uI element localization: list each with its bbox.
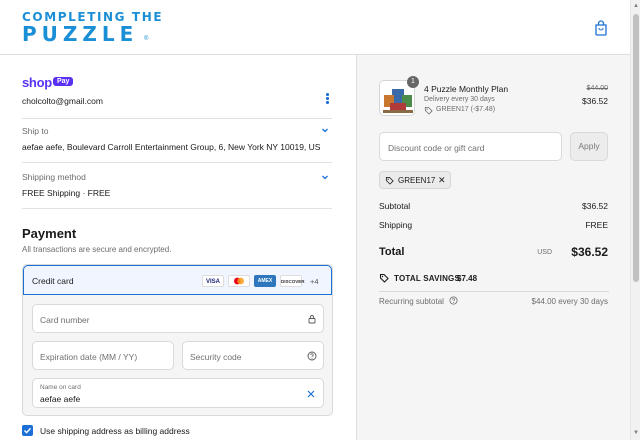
billing-same-label[interactable]: Use shipping address as billing address: [40, 426, 190, 436]
card-number-placeholder: Card number: [40, 315, 90, 325]
shipping-label: Shipping: [379, 220, 413, 230]
shop-pay-logo: shop: [22, 75, 52, 90]
tag-icon: [379, 273, 389, 283]
name-on-card-label: Name on card: [40, 384, 81, 391]
total-currency: USD: [537, 249, 552, 256]
clear-icon[interactable]: [306, 389, 316, 399]
visa-logo: VISA: [202, 275, 224, 287]
apply-button[interactable]: Apply: [570, 132, 608, 161]
shipping-value: FREE: [585, 220, 608, 230]
remove-discount-icon[interactable]: ✕: [438, 175, 446, 186]
recurring-subtotal-label: Recurring subtotal: [379, 297, 444, 306]
expiration-date-input[interactable]: Expiration date (MM / YY): [32, 341, 174, 370]
page-scrollbar[interactable]: ▲ ▼: [630, 0, 640, 440]
discount-code-input[interactable]: Discount code or gift card: [379, 132, 562, 161]
help-circle-icon[interactable]: [307, 351, 317, 361]
discount-code-placeholder: Discount code or gift card: [388, 143, 485, 153]
discounted-price: $36.52: [582, 96, 608, 106]
payment-title: Payment: [22, 226, 77, 241]
site-header: COMPLETING THE PUZZLE ®: [0, 0, 630, 55]
order-summary: 1 4 Puzzle Monthly Plan Delivery every 3…: [356, 55, 630, 440]
logo-registered-mark: ®: [144, 36, 149, 42]
total-label: Total: [379, 246, 405, 258]
more-options-icon[interactable]: [326, 93, 330, 107]
product-discount: GREEN17 (-$7.48): [436, 106, 496, 113]
lock-icon: [308, 315, 316, 324]
name-on-card-input[interactable]: Name on card aefae aefe: [32, 378, 324, 408]
applied-discount-chip: GREEN17 ✕: [379, 171, 451, 189]
credit-card-panel: Credit card VISA AMEX DISCOVER +4 Card n…: [22, 264, 333, 416]
help-circle-icon[interactable]: [449, 296, 458, 305]
product-name: 4 Puzzle Monthly Plan: [424, 84, 509, 94]
divider: [22, 208, 332, 209]
scrollbar-thumb[interactable]: [633, 14, 639, 282]
ship-to-label: Ship to: [22, 126, 49, 136]
quantity-badge: 1: [407, 76, 419, 88]
amex-logo: AMEX: [254, 275, 276, 287]
credit-card-option[interactable]: Credit card VISA AMEX DISCOVER +4: [23, 265, 332, 295]
account-email: cholcolto@gmail.com: [22, 96, 103, 106]
subtotal-label: Subtotal: [379, 201, 411, 211]
chevron-down-icon[interactable]: [320, 125, 330, 135]
scroll-down-arrow-icon[interactable]: ▼: [633, 430, 639, 436]
scroll-up-arrow-icon[interactable]: ▲: [633, 3, 639, 9]
applied-discount-code: GREEN17: [398, 176, 436, 185]
mastercard-logo: [228, 275, 250, 287]
product-delivery: Delivery every 30 days: [424, 96, 495, 103]
name-on-card-value: aefae aefe: [40, 394, 81, 404]
payment-subtitle: All transactions are secure and encrypte…: [22, 245, 172, 254]
original-price: $44.00: [586, 85, 608, 92]
expiration-placeholder: Expiration date (MM / YY): [40, 352, 138, 362]
more-card-brands: +4: [310, 277, 319, 286]
billing-same-checkbox[interactable]: [22, 425, 33, 436]
card-number-input[interactable]: Card number: [32, 304, 324, 333]
subtotal-value: $36.52: [582, 201, 608, 211]
shopping-bag-icon[interactable]: [594, 20, 608, 36]
security-code-placeholder: Security code: [190, 352, 242, 362]
shop-pay-badge: Pay: [53, 77, 74, 86]
total-savings-label: TOTAL SAVINGS: [394, 274, 461, 283]
divider: [22, 162, 332, 163]
total-value: $36.52: [571, 245, 608, 259]
credit-card-label: Credit card: [32, 276, 74, 286]
divider: [379, 291, 609, 292]
total-savings-value: $7.48: [457, 274, 478, 283]
divider: [22, 118, 332, 119]
checkmark-icon: [24, 427, 32, 434]
security-code-input[interactable]: Security code: [182, 341, 324, 370]
tag-icon: [424, 106, 433, 115]
recurring-subtotal-value: $44.00 every 30 days: [531, 297, 609, 306]
chevron-down-icon[interactable]: [320, 172, 330, 182]
shipping-method-value: FREE Shipping · FREE: [22, 188, 111, 198]
shipping-method-label: Shipping method: [22, 172, 86, 182]
logo-wordmark[interactable]: PUZZLE: [22, 22, 138, 46]
ship-to-address: aefae aefe, Boulevard Carroll Entertainm…: [22, 142, 321, 152]
tag-icon: [385, 176, 394, 185]
discover-logo: DISCOVER: [280, 275, 305, 287]
checkout-form: shop Pay cholcolto@gmail.com Ship to aef…: [0, 55, 356, 440]
